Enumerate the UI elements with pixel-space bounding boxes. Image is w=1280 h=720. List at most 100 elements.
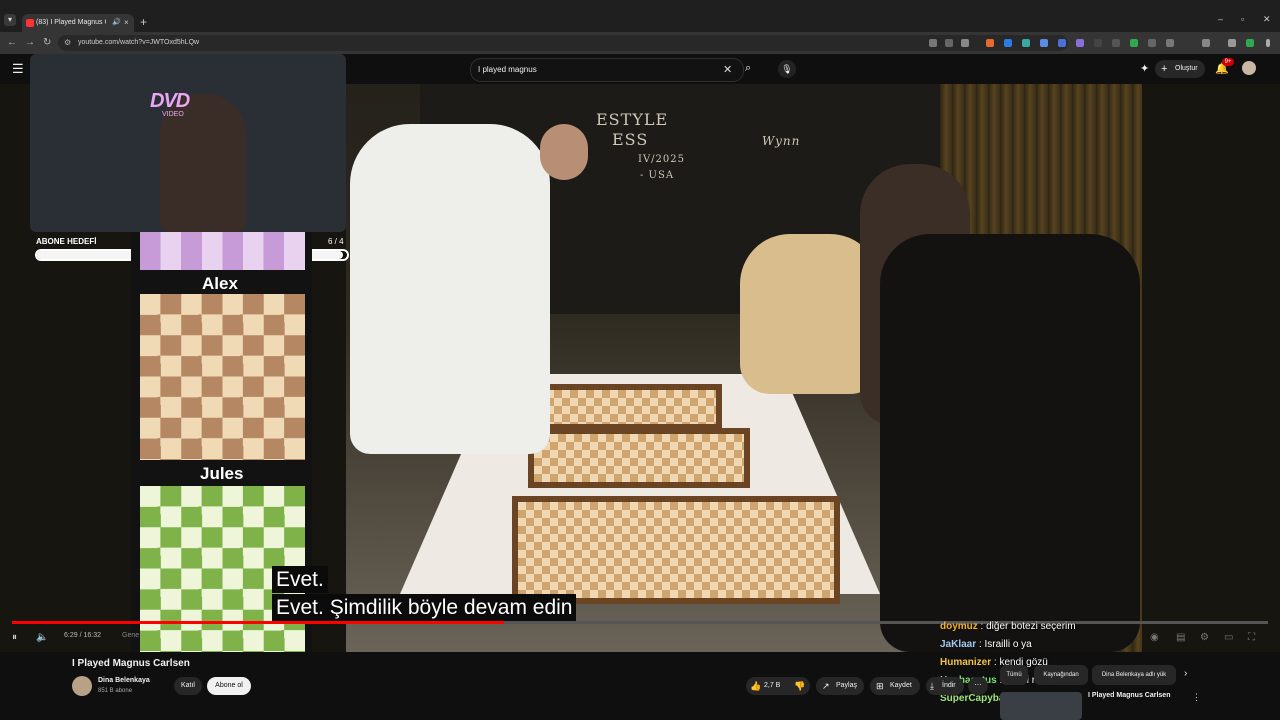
chip-channel[interactable]: Dina Belenkaya adlı yük	[1092, 665, 1176, 685]
recommendation-thumbnail[interactable]	[1000, 692, 1082, 720]
fullscreen-icon[interactable]: ⛶	[1248, 632, 1255, 643]
more-actions-button[interactable]: ⋯	[968, 677, 988, 695]
dvd-logo-subtext: VIDEO	[162, 111, 184, 118]
profile-icon[interactable]	[1228, 39, 1236, 47]
event-banner-text: ESTYLE	[596, 110, 669, 129]
channel-avatar[interactable]	[72, 676, 92, 696]
share-label: Paylaş	[836, 682, 858, 689]
share-button[interactable]: ↗ Paylaş	[816, 677, 864, 695]
like-count[interactable]: 2,7 B	[764, 677, 780, 695]
chat-text: diğer botezi seçerim	[986, 621, 1076, 632]
address-bar[interactable]: ⚙ youtube.com/watch?v=JWTOxd5hLQw	[58, 35, 1068, 51]
search-input[interactable]: I played magnus ✕	[470, 58, 744, 82]
extension-icon[interactable]	[1112, 39, 1120, 47]
subscriber-goal-count: 6 / 4	[328, 237, 344, 246]
restore-button[interactable]: ▫	[1241, 14, 1244, 24]
chessboard-alex	[140, 294, 305, 460]
new-tab-button[interactable]: +	[140, 14, 147, 30]
bookmark-star-icon[interactable]	[961, 39, 969, 47]
extension-icon[interactable]	[1130, 39, 1138, 47]
pause-icon[interactable]: ⏸	[12, 632, 17, 643]
chip-all[interactable]: Tümü	[1000, 665, 1028, 685]
chat-username: doymuz	[940, 621, 978, 632]
speaker-icon[interactable]: 🔊	[112, 14, 121, 32]
save-icon: ⊞	[876, 681, 884, 691]
extension-icon[interactable]	[1148, 39, 1156, 47]
browser-menu-icon[interactable]	[1266, 39, 1270, 47]
player-white-jacket	[350, 124, 550, 454]
extension-icon[interactable]	[1058, 39, 1066, 47]
extension-icon[interactable]	[1040, 39, 1048, 47]
join-button[interactable]: Katıl	[174, 677, 202, 695]
youtube-favicon-icon	[26, 19, 34, 27]
window-close-button[interactable]: ✕	[1263, 14, 1271, 25]
time-display: 6:29 / 16:32	[64, 632, 101, 639]
extension-icon[interactable]	[1022, 39, 1030, 47]
chevron-right-icon[interactable]: ›	[1184, 668, 1187, 679]
extension-icon[interactable]	[1076, 39, 1084, 47]
player-head	[540, 124, 588, 180]
tab-close-icon[interactable]: ×	[124, 14, 129, 32]
chessboard-front	[512, 496, 840, 604]
extensions-puzzle-icon[interactable]	[1202, 39, 1210, 47]
subtitles-icon[interactable]: ▤	[1176, 632, 1185, 643]
sponsor-logo-text: Wynn	[762, 134, 801, 148]
like-icon[interactable]: 👍	[750, 677, 761, 695]
site-info-icon[interactable]: ⚙	[64, 38, 71, 47]
save-label: Kaydet	[890, 682, 912, 689]
extension-icon[interactable]	[1004, 39, 1012, 47]
tab-search-button[interactable]: ▾	[4, 14, 16, 26]
search-query-text: I played magnus	[478, 65, 537, 74]
microphone-icon[interactable]: 🎙	[778, 60, 796, 78]
menu-icon[interactable]: ☰	[12, 62, 24, 76]
extension-icon[interactable]	[1094, 39, 1102, 47]
extension-icon[interactable]	[1166, 39, 1174, 47]
settings-gear-icon[interactable]: ⚙	[1200, 632, 1209, 643]
create-label: Oluştur	[1175, 65, 1198, 72]
chat-message: doymuz : diğer botezi seçerim	[940, 621, 1076, 632]
volume-icon[interactable]: 🔈	[36, 632, 48, 643]
chapter-label[interactable]: Gene	[122, 632, 139, 639]
recommendation-title[interactable]: I Played Magnus Carlsen	[1088, 692, 1170, 699]
tab-title: (83) I Played Magnus Carlse	[36, 19, 106, 26]
chip-source[interactable]: Kaynağından	[1034, 665, 1088, 685]
browser-tab[interactable]: (83) I Played Magnus Carlse 🔊 ×	[22, 14, 134, 32]
chat-message: JaKlaar : Israilli o ya	[940, 639, 1032, 650]
reload-button[interactable]: ↻	[43, 37, 51, 49]
back-button[interactable]: ←	[7, 37, 17, 49]
chessboard-middle	[528, 428, 750, 488]
event-banner-text: ESS	[612, 130, 649, 149]
avatar[interactable]	[1242, 61, 1256, 75]
theater-mode-icon[interactable]: ▭	[1224, 632, 1233, 643]
download-button[interactable]: ⤓ İndir	[926, 677, 964, 695]
channel-name[interactable]: Dina Belenkaya	[98, 677, 150, 684]
clear-search-icon[interactable]: ✕	[723, 63, 732, 77]
download-icon: ⤓	[930, 681, 934, 691]
plus-icon: +	[1161, 63, 1168, 75]
opponent-blonde	[740, 234, 880, 394]
cast-icon[interactable]	[929, 39, 937, 47]
autoplay-icon[interactable]: ◉	[1150, 632, 1159, 643]
purple-board-strip	[140, 232, 305, 270]
create-button[interactable]: + Oluştur	[1155, 60, 1205, 78]
account-badge-icon[interactable]	[1246, 39, 1254, 47]
progress-bar-fill	[12, 621, 504, 624]
forward-button[interactable]: →	[25, 37, 35, 49]
subscribe-button[interactable]: Abone ol	[207, 677, 251, 695]
event-banner-text: - USA	[640, 170, 675, 181]
chat-username: Humanizer	[940, 657, 992, 668]
minimize-button[interactable]: –	[1218, 14, 1223, 24]
extension-icon[interactable]	[986, 39, 994, 47]
chat-username: JaKlaar	[940, 639, 977, 650]
subtitle-line-2: Evet. Şimdilik böyle devam edin	[272, 594, 577, 621]
dislike-icon[interactable]: 👎	[794, 677, 805, 695]
search-icon[interactable]: ⌕	[745, 62, 751, 75]
save-button[interactable]: ⊞ Kaydet	[870, 677, 920, 695]
chat-text: Israilli o ya	[984, 639, 1032, 650]
event-banner-text: IV/2025	[638, 154, 685, 165]
eye-off-icon[interactable]	[945, 39, 953, 47]
like-dislike-group: 👍 2,7 B 👎	[746, 677, 810, 695]
gemini-spark-icon[interactable]: ✦	[1140, 62, 1149, 75]
subtitle-line-1: Evet.	[272, 566, 328, 593]
more-vert-icon[interactable]: ⋮	[1192, 692, 1201, 703]
